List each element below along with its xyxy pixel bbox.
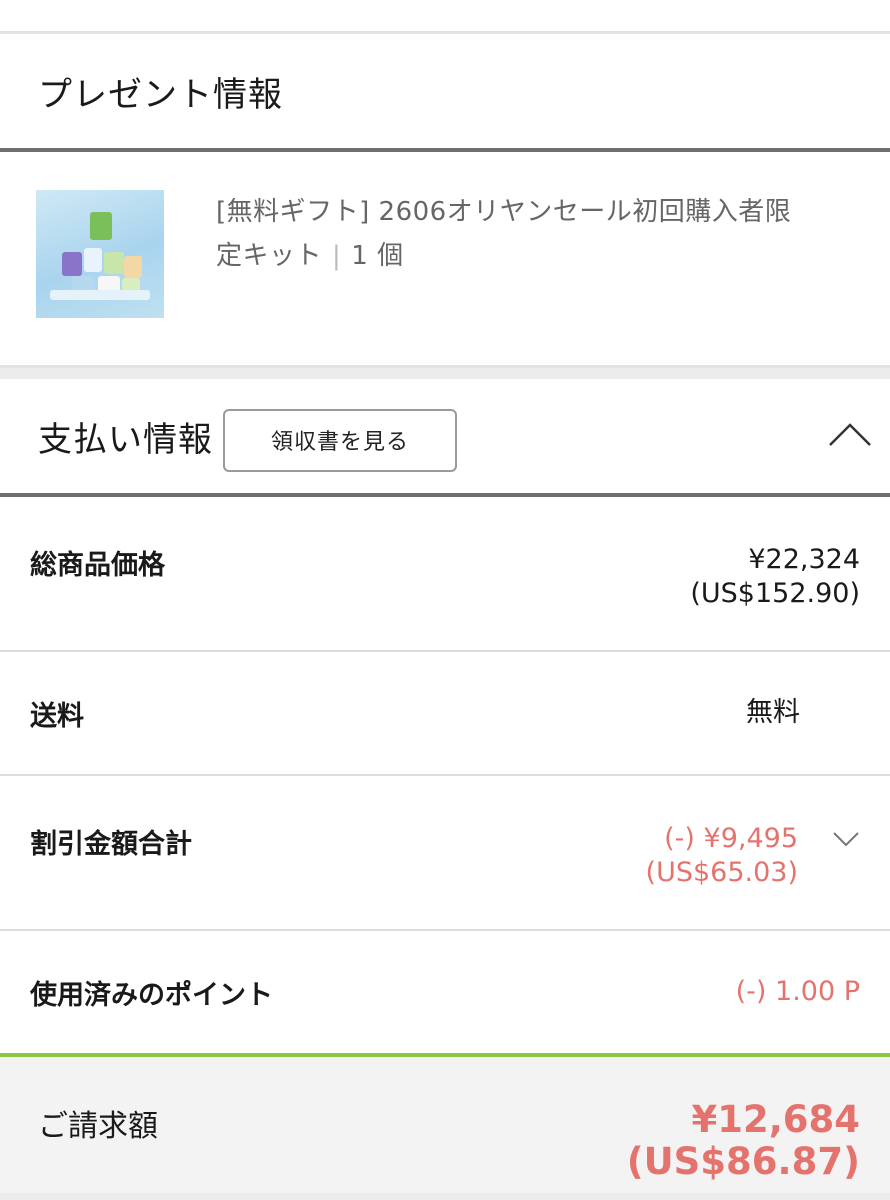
shipping-row: 送料 無料 bbox=[0, 652, 890, 776]
gift-item[interactable]: [無料ギフト] 2606オリヤンセール初回購入者限定キット | 1 個 bbox=[0, 152, 890, 365]
present-info-section: プレゼント情報 [無料ギフト] 2606オリヤンセール初回購入者限定キット | 1 … bbox=[0, 34, 890, 365]
gift-description: [無料ギフト] 2606オリヤンセール初回購入者限定キット | 1 個 bbox=[216, 190, 816, 323]
billing-label: ご請求額 bbox=[38, 1109, 158, 1144]
payment-info-section: 支払い情報 領収書を見る 総商品価格 ¥22,324 (US$152.90) 送… bbox=[0, 379, 890, 1193]
gift-quantity: 1 個 bbox=[351, 241, 404, 271]
points-row: 使用済みのポイント (-) 1.00 P bbox=[0, 931, 890, 1053]
chevron-down-icon[interactable] bbox=[832, 830, 860, 848]
total-price-row: 総商品価格 ¥22,324 (US$152.90) bbox=[0, 497, 890, 652]
points-label: 使用済みのポイント bbox=[30, 979, 273, 1011]
gift-name: [無料ギフト] 2606オリヤンセール初回購入者限定キット bbox=[216, 197, 792, 271]
discount-jpy: (-) ¥9,495 bbox=[664, 823, 798, 854]
chevron-up-icon[interactable] bbox=[828, 419, 872, 449]
payment-info-header[interactable]: 支払い情報 領収書を見る bbox=[0, 379, 890, 497]
section-divider bbox=[0, 365, 890, 379]
top-strip bbox=[0, 0, 890, 34]
discount-value-group: (-) ¥9,495 (US$65.03) bbox=[646, 822, 860, 929]
payment-info-title: 支払い情報 bbox=[38, 419, 213, 460]
total-price-jpy: ¥22,324 bbox=[748, 544, 860, 575]
billing-jpy: ¥12,684 bbox=[691, 1098, 860, 1141]
gift-thumbnail bbox=[36, 190, 164, 318]
billing-value: ¥12,684 (US$86.87) bbox=[627, 1099, 860, 1193]
points-value: (-) 1.00 P bbox=[735, 976, 860, 1007]
total-price-usd: (US$152.90) bbox=[690, 578, 860, 609]
billing-usd: (US$86.87) bbox=[626, 1140, 860, 1183]
discount-value: (-) ¥9,495 (US$65.03) bbox=[646, 822, 798, 890]
present-info-header: プレゼント情報 bbox=[0, 34, 890, 152]
present-info-title: プレゼント情報 bbox=[38, 74, 283, 115]
discount-label: 割引金額合計 bbox=[30, 829, 192, 860]
shipping-value: 無料 bbox=[746, 697, 800, 728]
total-price-value: ¥22,324 (US$152.90) bbox=[690, 543, 860, 650]
separator: | bbox=[332, 241, 342, 271]
discount-usd: (US$65.03) bbox=[645, 857, 798, 888]
discount-row[interactable]: 割引金額合計 (-) ¥9,495 (US$65.03) bbox=[0, 776, 890, 931]
shipping-label: 送料 bbox=[30, 700, 84, 732]
billing-amount-row: ご請求額 ¥12,684 (US$86.87) bbox=[0, 1053, 890, 1193]
total-price-label: 総商品価格 bbox=[30, 550, 165, 581]
view-receipt-button[interactable]: 領収書を見る bbox=[223, 408, 457, 472]
